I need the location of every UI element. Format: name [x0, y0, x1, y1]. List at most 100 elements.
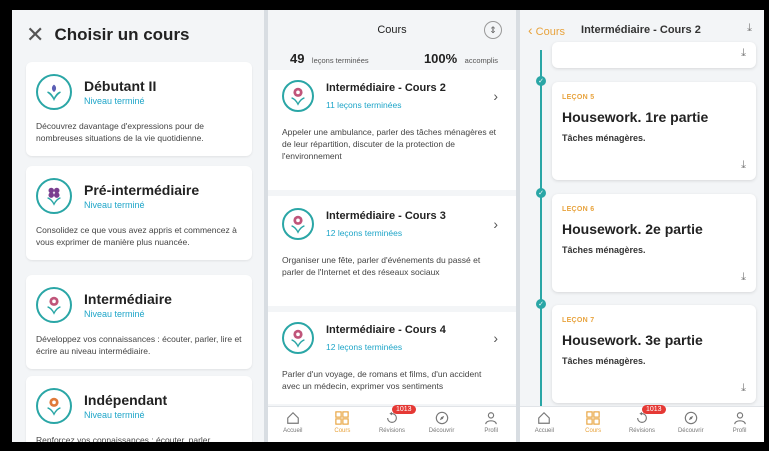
lessons-screen: Cours ⇕ 49 leçons terminées 100% accompl…	[268, 10, 516, 442]
lesson-title: Housework. 1re partie	[562, 109, 709, 125]
unit-detail-screen: ‹ Cours Intermédiaire - Cours 2 ⤓ ⤓ ✓ LEÇ…	[520, 10, 764, 442]
compass-icon	[684, 411, 698, 425]
page-title: Intermédiaire - Cours 2	[581, 24, 701, 36]
tab-profile[interactable]: Profil	[720, 411, 760, 434]
chevron-right-icon: ›	[493, 88, 498, 104]
check-icon: ✓	[536, 299, 546, 309]
lesson-card-cours-3[interactable]: Intermédiaire - Cours 3 12 leçons termin…	[268, 196, 516, 306]
tab-label: Cours	[334, 428, 351, 434]
home-icon	[286, 411, 299, 424]
lesson-title: Intermédiaire - Cours 2	[326, 82, 446, 94]
lesson-count: 12 leçons terminées	[326, 228, 403, 238]
course-card-debutant[interactable]: Débutant II Niveau terminé Découvrez dav…	[26, 62, 252, 156]
lesson-card-7[interactable]: LEÇON 7 Housework. 3e partie Tâches ména…	[552, 305, 756, 403]
person-icon	[733, 412, 746, 425]
lesson-card-previous[interactable]: ⤓	[552, 42, 756, 68]
grid-icon	[586, 411, 600, 425]
tab-reviews[interactable]: 1013 Révisions	[372, 405, 416, 434]
chevron-right-icon: ›	[493, 216, 498, 232]
check-icon: ✓	[536, 188, 546, 198]
course-description: Consolidez ce que vous avez appris et co…	[36, 225, 237, 247]
tab-label: Révisions	[378, 428, 405, 434]
tab-courses[interactable]: Cours	[573, 411, 613, 434]
lesson-title: Intermédiaire - Cours 3	[326, 210, 446, 222]
tab-courses[interactable]: Cours	[322, 411, 362, 434]
download-icon[interactable]: ⤓	[741, 271, 746, 284]
lesson-subtitle: Tâches ménagères.	[562, 245, 646, 255]
course-status: Niveau terminé	[84, 410, 145, 420]
course-title: Débutant II	[84, 78, 157, 94]
lesson-card-6[interactable]: LEÇON 6 Housework. 2e partie Tâches ména…	[552, 194, 756, 292]
course-description: Découvrez davantage d'expressions pour d…	[36, 121, 204, 143]
sort-icon[interactable]: ⇕	[484, 21, 502, 39]
lessons-done-label: leçons terminées	[311, 56, 369, 65]
tab-discover[interactable]: Découvrir	[422, 411, 462, 434]
lesson-description: Parler d'un voyage, de romans et films, …	[282, 369, 482, 391]
tab-label: Accueil	[283, 428, 303, 434]
chevron-left-icon: ‹	[528, 22, 533, 38]
course-description: Renforcez vos connaissances : écouter, p…	[36, 435, 213, 442]
tab-home[interactable]: Accueil	[273, 411, 313, 434]
chevron-right-icon: ›	[493, 330, 498, 346]
back-label: Cours	[535, 26, 566, 38]
flower-icon	[282, 80, 314, 112]
tab-discover[interactable]: Découvrir	[671, 411, 711, 434]
tab-label: Profil	[484, 428, 498, 434]
lesson-title: Housework. 2e partie	[562, 221, 703, 237]
person-icon	[485, 412, 497, 425]
download-icon[interactable]: ⤓	[741, 47, 746, 60]
home-icon	[538, 411, 551, 424]
flower-icon	[36, 287, 72, 323]
progress-timeline	[540, 50, 542, 410]
download-icon[interactable]: ⤓	[747, 22, 752, 35]
course-card-independant[interactable]: Indépendant Niveau terminé Renforcez vos…	[26, 376, 252, 442]
lesson-title: Housework. 3e partie	[562, 332, 703, 348]
lesson-label: LEÇON 7	[562, 317, 595, 324]
flower-icon	[36, 178, 72, 214]
page-title: Cours	[377, 24, 407, 36]
lesson-subtitle: Tâches ménagères.	[562, 356, 646, 366]
tab-reviews[interactable]: 1013 Révisions	[622, 405, 666, 434]
compass-icon	[435, 411, 448, 425]
check-icon: ✓	[536, 76, 546, 86]
lesson-count: 11 leçons terminées	[326, 100, 402, 110]
reviews-badge: 1013	[641, 405, 666, 414]
reviews-badge: 1013	[391, 405, 416, 414]
course-description: Développez vos connaissances : écouter, …	[36, 334, 242, 356]
tab-bar: Accueil Cours 1013 Révisions Découvrir P…	[268, 405, 516, 442]
header: Cours ⇕	[268, 10, 516, 50]
grid-icon	[335, 411, 350, 425]
course-card-pre-intermediaire[interactable]: Pré-intermédiaire Niveau terminé Consoli…	[26, 166, 252, 260]
back-button[interactable]: ‹ Cours	[528, 22, 565, 38]
tab-label: Profil	[732, 428, 747, 434]
course-title: Intermédiaire	[84, 291, 172, 307]
lesson-card-cours-2[interactable]: Intermédiaire - Cours 2 11 leçons termin…	[268, 70, 516, 190]
lesson-card-5[interactable]: LEÇON 5 Housework. 1re partie Tâches mén…	[552, 82, 756, 180]
lesson-description: Organiser une fête, parler d'événements …	[282, 255, 481, 277]
close-icon[interactable]: ✕	[26, 24, 44, 46]
header: ✕ Choisir un cours	[12, 10, 264, 60]
tab-home[interactable]: Accueil	[524, 411, 564, 434]
course-title: Pré-intermédiaire	[84, 182, 200, 198]
download-icon[interactable]: ⤓	[741, 382, 746, 395]
course-status: Niveau terminé	[84, 200, 145, 210]
progress-stats: 49 leçons terminées 100% accomplis	[268, 50, 516, 68]
lessons-done-count: 49	[290, 51, 305, 66]
download-icon[interactable]: ⤓	[741, 159, 746, 172]
course-title: Indépendant	[84, 392, 168, 408]
course-card-intermediaire[interactable]: Intermédiaire Niveau terminé Développez …	[26, 275, 252, 369]
lesson-description: Appeler une ambulance, parler des tâches…	[282, 127, 497, 161]
lesson-label: LEÇON 6	[562, 206, 595, 213]
lesson-title: Intermédiaire - Cours 4	[326, 324, 446, 336]
lesson-count: 12 leçons terminées	[326, 342, 403, 352]
lesson-card-cours-4[interactable]: Intermédiaire - Cours 4 12 leçons termin…	[268, 312, 516, 404]
tab-label: Cours	[585, 428, 602, 434]
lesson-label: LEÇON 5	[562, 94, 595, 101]
course-status: Niveau terminé	[84, 96, 145, 106]
tab-profile[interactable]: Profil	[471, 411, 511, 434]
tab-label: Découvrir	[677, 428, 704, 434]
completion-label: accomplis	[464, 56, 498, 65]
flower-icon	[282, 208, 314, 240]
lesson-subtitle: Tâches ménagères.	[562, 133, 646, 143]
flower-icon	[282, 322, 314, 354]
